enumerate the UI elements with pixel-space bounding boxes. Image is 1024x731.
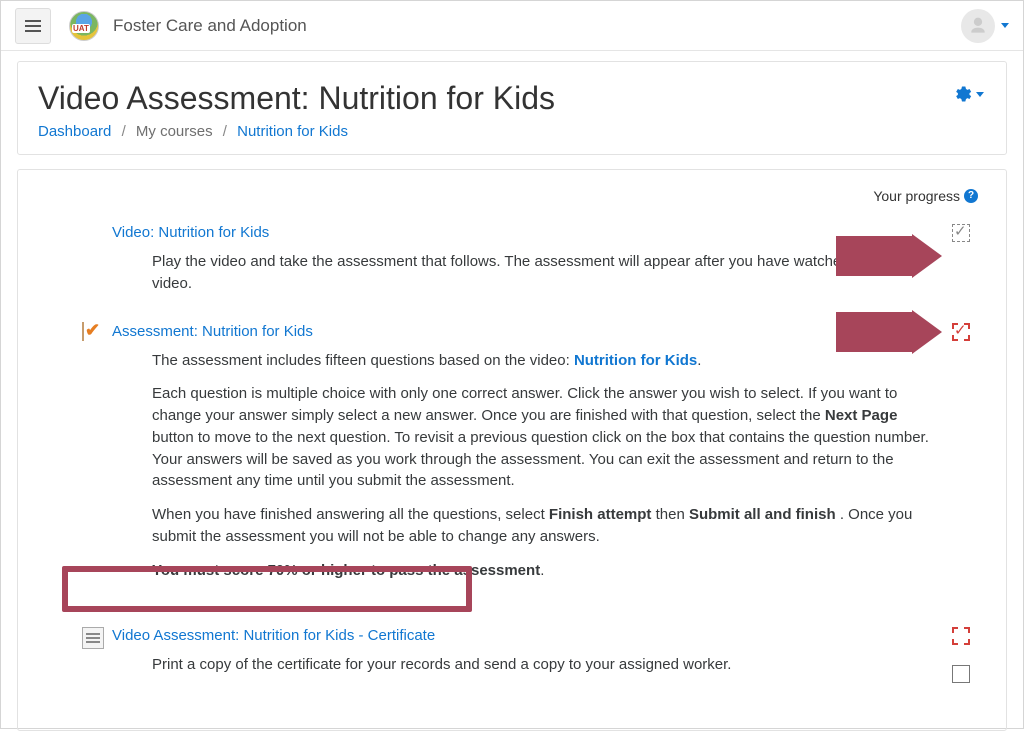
breadcrumb-course[interactable]: Nutrition for Kids	[237, 123, 348, 140]
video-link[interactable]: Video: Nutrition for Kids	[112, 224, 269, 241]
play-icon	[82, 224, 102, 244]
assessment-description: The assessment includes fifteen question…	[152, 350, 942, 582]
assessment-video-link[interactable]: Nutrition for Kids	[574, 352, 697, 369]
course-settings-button[interactable]	[952, 84, 984, 104]
completion-certificate-manual[interactable]	[952, 665, 970, 683]
site-title: Foster Care and Adoption	[113, 16, 307, 36]
completion-certificate[interactable]	[952, 627, 970, 645]
gear-icon	[952, 84, 972, 104]
caret-down-icon	[1001, 23, 1009, 28]
activity-video: Video: Nutrition for Kids Play the video…	[42, 220, 982, 311]
caret-down-icon	[976, 92, 984, 97]
sidebar-toggle-button[interactable]	[15, 8, 51, 44]
activity-certificate: Video Assessment: Nutrition for Kids - C…	[42, 623, 982, 692]
course-content: Your progress ? Video: Nutrition for Kid…	[17, 169, 1007, 731]
site-logo	[69, 11, 99, 41]
certificate-link[interactable]: Video Assessment: Nutrition for Kids - C…	[112, 627, 435, 644]
user-icon	[968, 16, 988, 36]
help-icon[interactable]: ?	[964, 189, 978, 203]
certificate-icon	[82, 627, 102, 647]
completion-assessment[interactable]	[952, 323, 970, 341]
breadcrumb: Dashboard / My courses / Nutrition for K…	[38, 123, 986, 140]
video-description: Play the video and take the assessment t…	[152, 251, 942, 295]
breadcrumb-mycourses: My courses	[136, 123, 213, 140]
completion-video[interactable]	[952, 224, 970, 242]
page-title: Video Assessment: Nutrition for Kids	[38, 80, 986, 117]
quiz-icon	[82, 323, 102, 343]
certificate-description: Print a copy of the certificate for your…	[152, 654, 942, 676]
user-menu[interactable]	[961, 9, 1009, 43]
activity-assessment: Assessment: Nutrition for Kids The asses…	[42, 319, 982, 598]
avatar	[961, 9, 995, 43]
page-header: Video Assessment: Nutrition for Kids Das…	[17, 61, 1007, 155]
breadcrumb-dashboard[interactable]: Dashboard	[38, 123, 111, 140]
assessment-link[interactable]: Assessment: Nutrition for Kids	[112, 323, 313, 340]
progress-label: Your progress ?	[873, 188, 978, 204]
hamburger-icon	[25, 25, 41, 27]
top-navbar: Foster Care and Adoption	[1, 1, 1023, 51]
